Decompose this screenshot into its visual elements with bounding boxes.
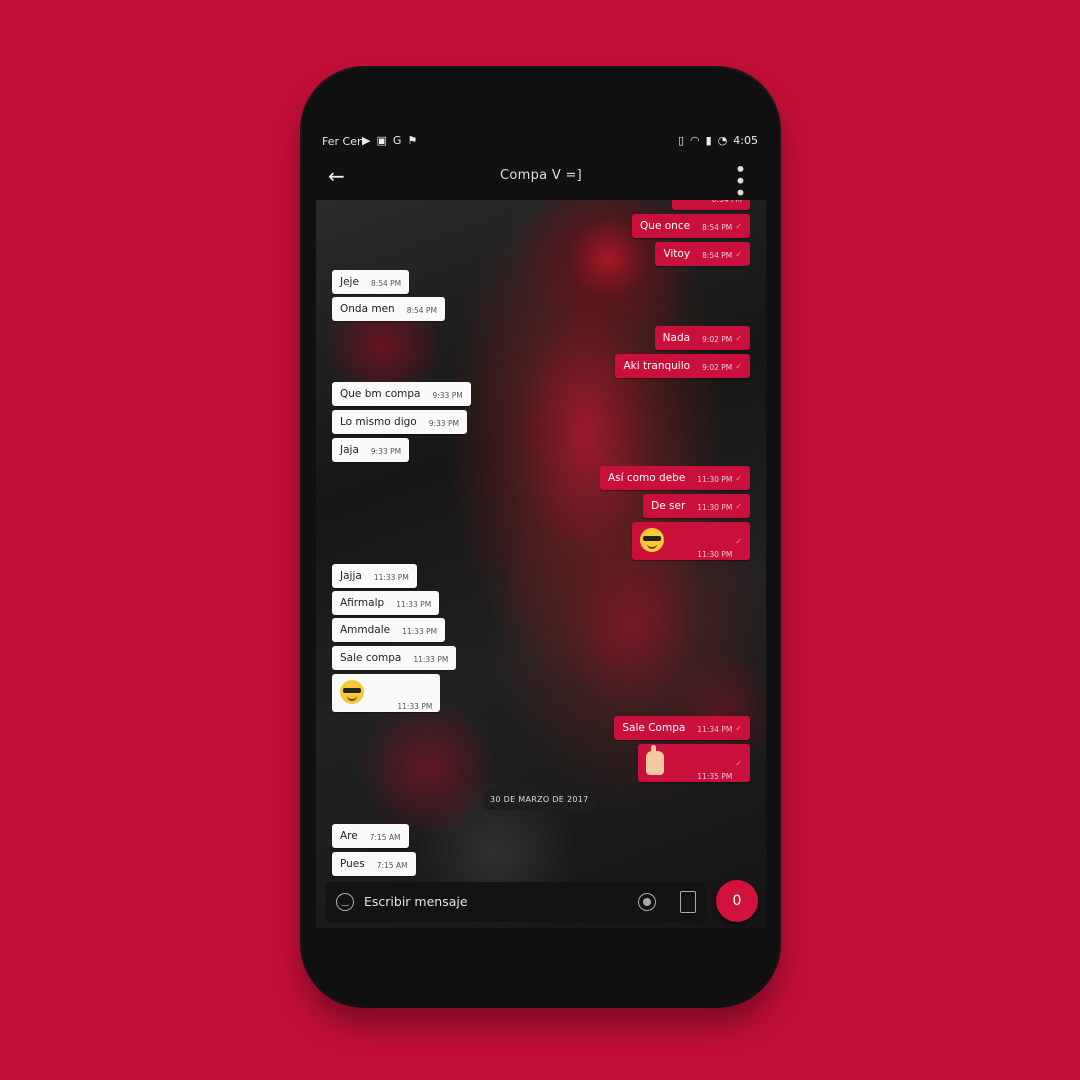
emoji-picker-icon[interactable]: ‿ [336,893,354,911]
system-icons: ▯ ◠ ▮ ◔ 4:05 [678,134,758,148]
message-composer: ‿ Escribir mensaje [326,882,706,922]
message-bubble-incoming[interactable]: Pues 7:15 AM [332,852,416,876]
attach-icon[interactable] [680,891,696,913]
voice-send-button[interactable]: 0 [716,880,758,922]
status-bar: Fer Cen ▶ ▣ G ⚑ ▯ ◠ ▮ ◔ 4:05 [316,130,766,154]
message-bubble-incoming-emoji[interactable]: 11:33 PM [332,674,441,712]
status-time: 4:05 [733,134,758,147]
message-bubble-outgoing[interactable]: 8:54 PM [671,200,750,210]
chat-title[interactable]: Compa V =] [316,168,766,183]
sunglasses-emoji-icon [639,528,664,552]
camera-icon[interactable] [638,893,656,911]
google-plus-icon: G [392,134,402,147]
message-bubble-outgoing[interactable]: Aki tranquilo 9:02 PM ✓ [615,354,750,378]
message-bubble-incoming[interactable]: Afirmalp 11:33 PM [332,591,440,615]
message-bubble-incoming[interactable]: Onda men 8:54 PM [332,297,445,321]
message-bubble-incoming[interactable]: Jaja 9:33 PM [332,438,410,462]
message-bubble-incoming[interactable]: Jajja 11:33 PM [332,564,417,588]
message-bubble-incoming[interactable]: Ammdale 11:33 PM [332,618,446,642]
app-bar: ← Compa V =] ••• [316,154,766,200]
date-divider: 30 DE MARZO DE 2017 [484,790,595,810]
message-bubble-outgoing-emoji[interactable]: 11:30 PM✓ [631,522,750,560]
message-bubble-incoming[interactable]: Lo mismo digo 9:33 PM [332,410,467,434]
more-options-icon[interactable]: ••• [728,163,752,198]
notification-icon: ⚑ [407,134,418,147]
chat-area[interactable]: 8:54 PM Que once8:54 PM✓ Vitoy8:54 PM✓ J… [316,200,766,928]
message-bubble-outgoing[interactable]: Vitoy 8:54 PM ✓ [655,242,750,266]
message-bubble-outgoing-emoji[interactable]: 11:35 PM✓ [637,744,750,782]
message-bubble-outgoing[interactable]: Que once 8:54 PM ✓ [632,214,750,238]
youtube-icon: ▶ [362,134,371,147]
message-bubble-outgoing[interactable]: De ser 11:30 PM ✓ [643,494,750,518]
phone-screen: Fer Cen ▶ ▣ G ⚑ ▯ ◠ ▮ ◔ 4:05 ← Compa V =… [316,130,766,928]
carrier-name: Fer Cen [322,135,364,148]
signal-icon: ▮ [705,134,712,147]
battery-icon: ◔ [717,134,728,147]
message-bubble-outgoing[interactable]: Así como debe 11:30 PM ✓ [599,466,750,490]
sunglasses-emoji-icon [340,680,364,704]
vibrate-icon: ▯ [677,134,685,147]
message-bubble-incoming[interactable]: Que bm compa 9:33 PM [332,382,471,406]
image-icon: ▣ [376,134,387,147]
wifi-icon: ◠ [690,134,700,147]
message-bubble-incoming[interactable]: Sale compa 11:33 PM [332,646,457,670]
message-bubble-incoming[interactable]: Are 7:15 AM [332,824,409,848]
notification-icons: ▶ ▣ G ⚑ [362,134,417,148]
message-bubble-incoming[interactable]: Jeje 8:54 PM [332,270,410,294]
message-bubble-outgoing[interactable]: Nada 9:02 PM ✓ [654,326,750,350]
message-input[interactable]: Escribir mensaje [364,894,468,909]
crossed-fingers-emoji-icon [645,745,664,775]
message-bubble-outgoing[interactable]: Sale Compa 11:34 PM ✓ [614,716,750,740]
